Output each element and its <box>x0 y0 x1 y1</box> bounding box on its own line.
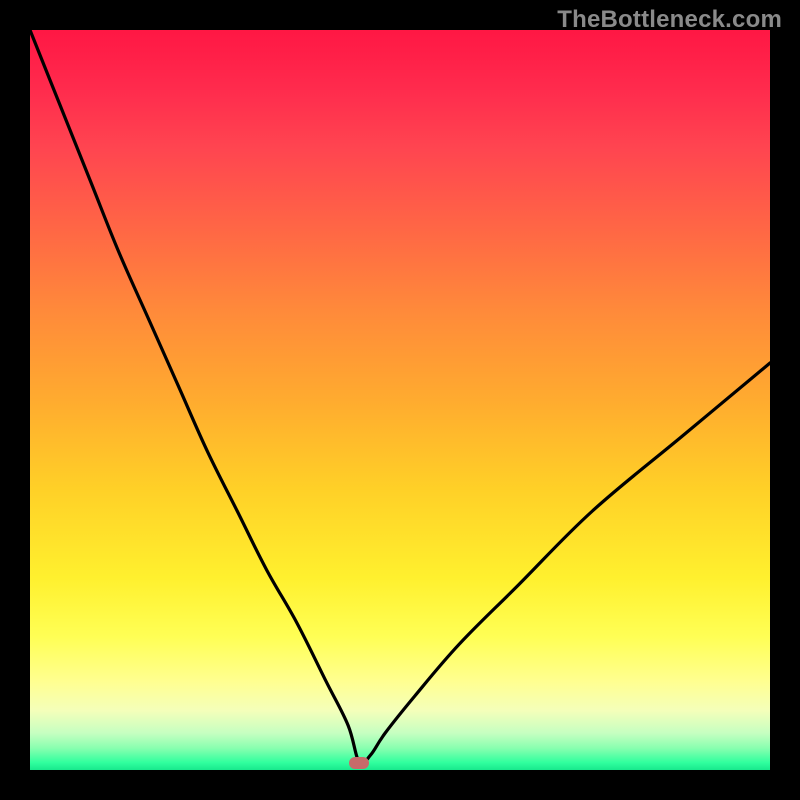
optimum-marker <box>349 757 369 769</box>
plot-area <box>30 30 770 770</box>
bottleneck-curve <box>30 30 770 770</box>
chart-frame: TheBottleneck.com <box>0 0 800 800</box>
curve-path <box>30 30 770 764</box>
